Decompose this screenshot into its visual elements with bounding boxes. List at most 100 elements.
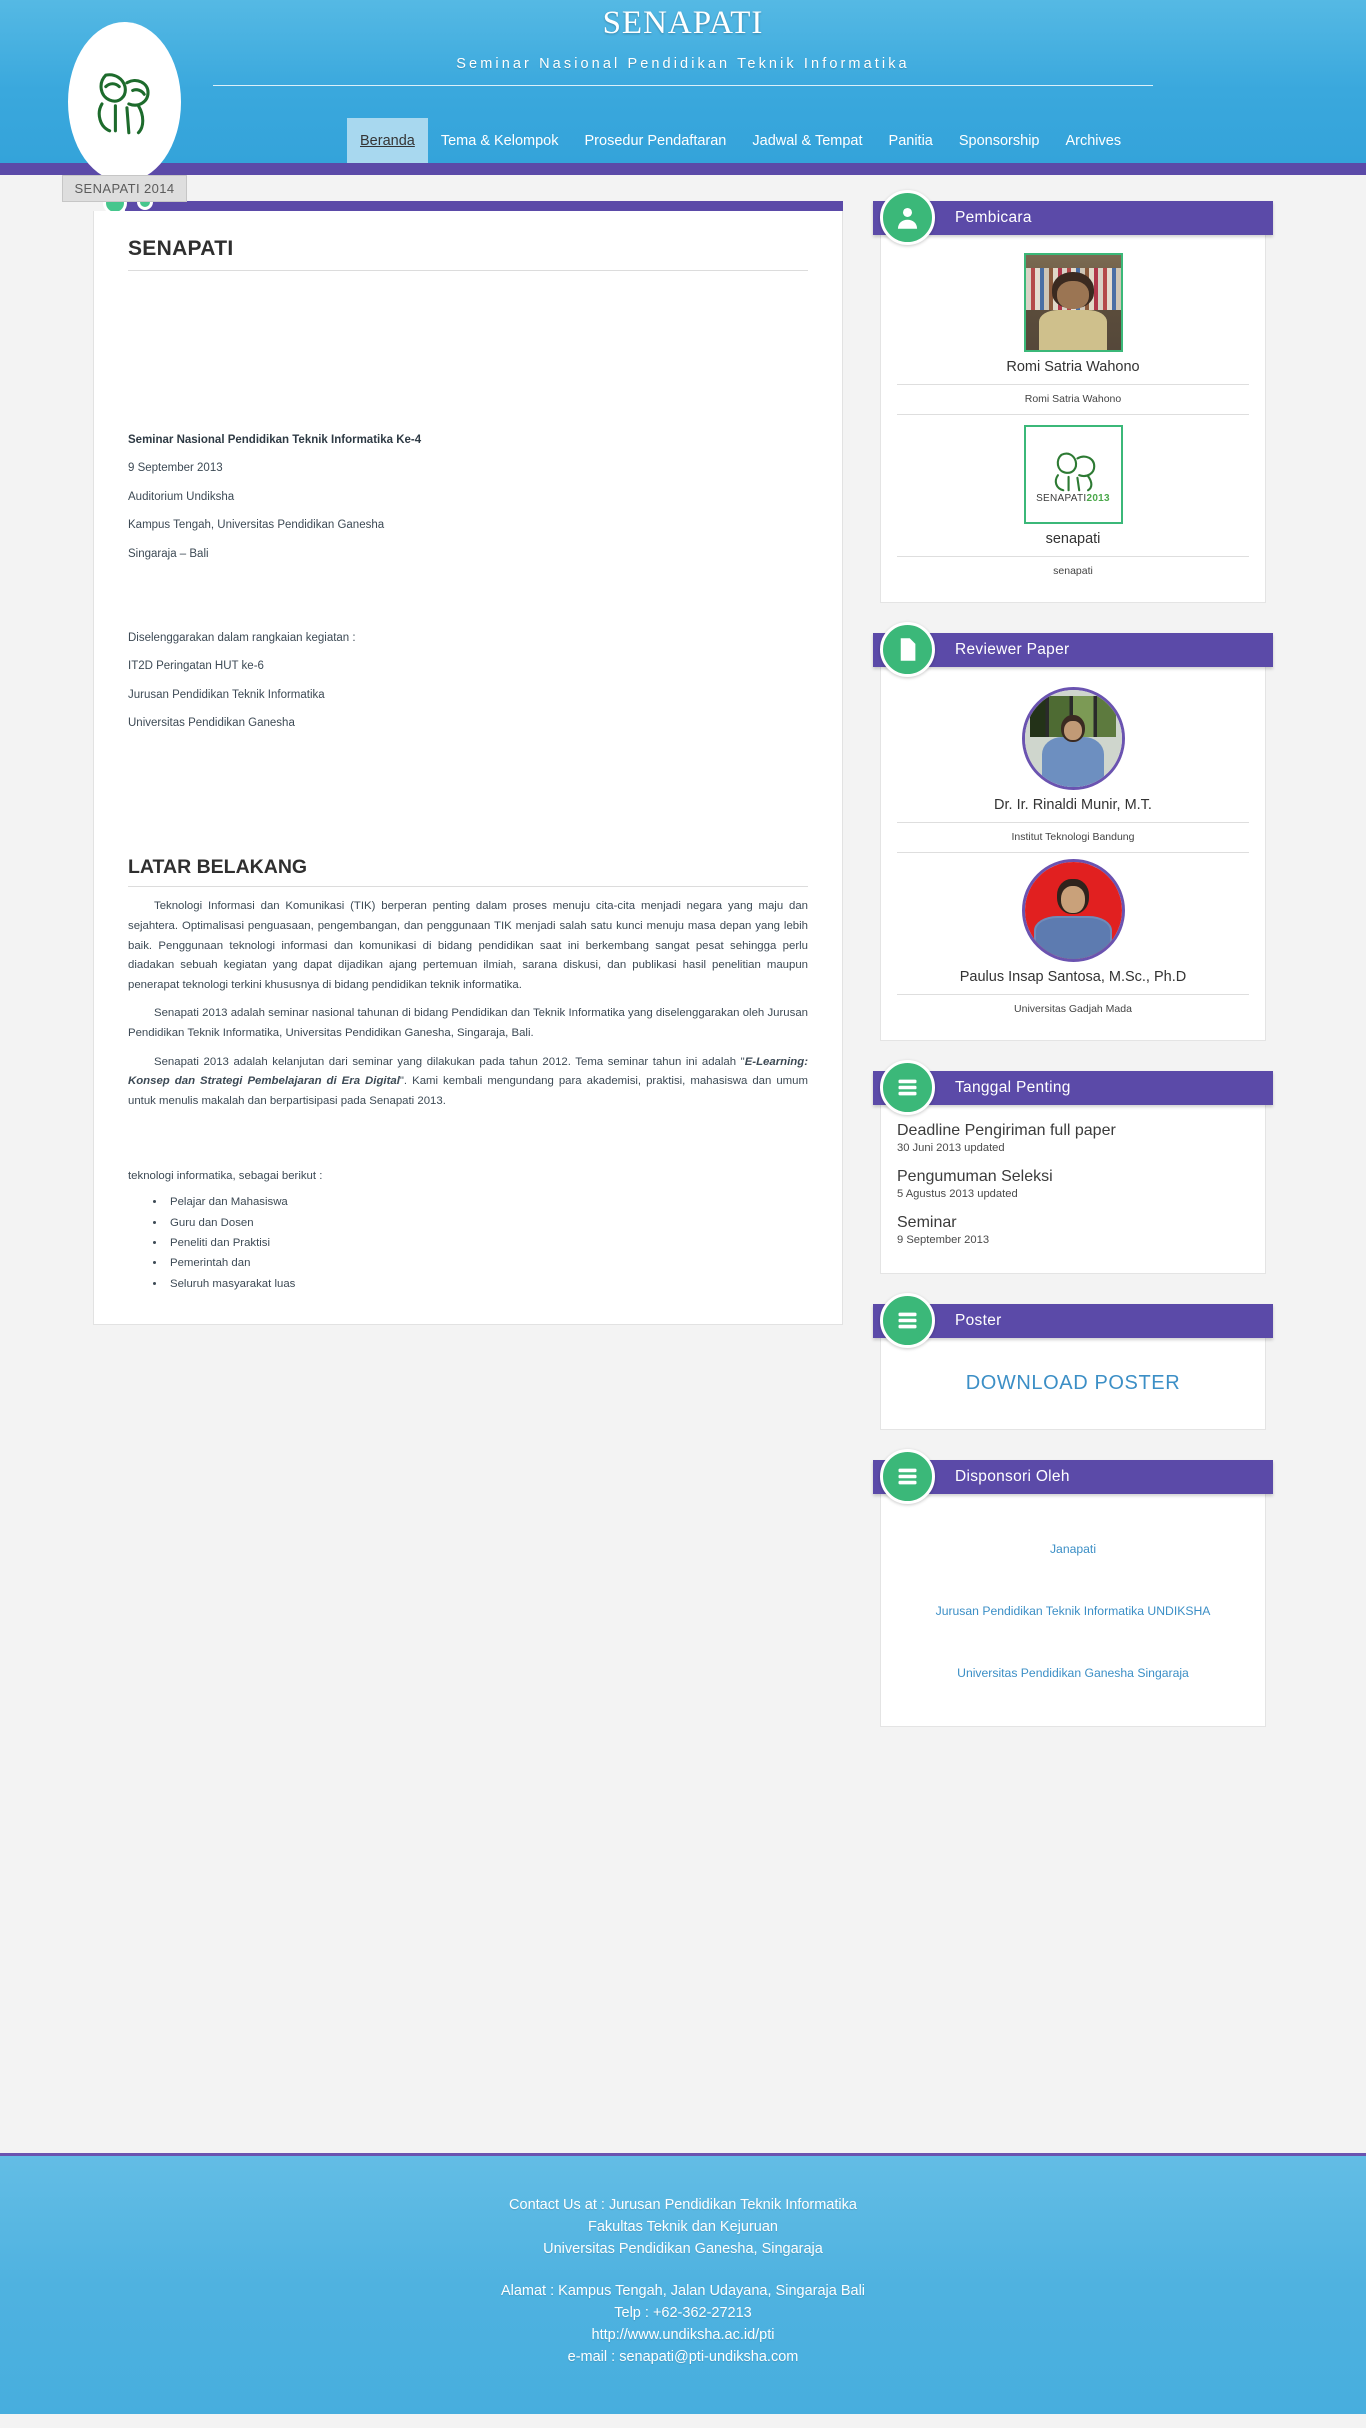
- content-top-accent-bar: [103, 186, 843, 215]
- widget-body: Romi Satria Wahono Romi Satria Wahono SE…: [880, 235, 1266, 603]
- date-label: Deadline Pengiriman full paper: [897, 1122, 1116, 1139]
- footer-spacer: [0, 2260, 1366, 2280]
- list-icon: [880, 1060, 935, 1115]
- event-meta-line: Seminar Nasional Pendidikan Teknik Infor…: [128, 434, 422, 446]
- list-icon: [880, 1293, 935, 1348]
- main-content-card: SENAPATI Seminar Nasional Pendidikan Tek…: [93, 211, 843, 1325]
- speaker-name: Romi Satria Wahono: [897, 352, 1249, 385]
- nav-item-archives[interactable]: Archives: [1052, 118, 1134, 163]
- reviewer-entry: Paulus Insap Santosa, M.Sc., Ph.D Univer…: [897, 859, 1249, 1024]
- main-content-column: SENAPATI Seminar Nasional Pendidikan Tek…: [93, 186, 843, 1325]
- nav-item-prosedur-pendaftaran[interactable]: Prosedur Pendaftaran: [572, 118, 740, 163]
- background-paragraph-2: Senapati 2013 adalah seminar nasional ta…: [128, 1007, 808, 1040]
- list-item: Peneliti dan Praktisi: [166, 1233, 808, 1253]
- list-item: Guru dan Dosen: [166, 1213, 808, 1233]
- widget-tanggal-penting: Tanggal Penting Deadline Pengiriman full…: [873, 1060, 1273, 1274]
- person-icon: [880, 190, 935, 245]
- background-paragraph-1: Teknologi Informasi dan Komunikasi (TIK)…: [128, 900, 808, 991]
- clipped-overlap-text: teknologi informatika, sebagai berikut :: [128, 1171, 323, 1183]
- reviewer-affiliation: Institut Teknologi Bandung: [897, 823, 1249, 853]
- speaker-photo: [1023, 253, 1123, 352]
- sponsor-link[interactable]: Janapati: [895, 1518, 1251, 1580]
- widget-header: Disponsori Oleh: [873, 1449, 1273, 1504]
- list-icon: [880, 1449, 935, 1504]
- event-meta-line: Singaraja – Bali: [128, 547, 209, 560]
- nav-item-jadwal-tempat[interactable]: Jadwal & Tempat: [739, 118, 875, 163]
- reviewer-name: Paulus Insap Santosa, M.Sc., Ph.D: [897, 962, 1249, 995]
- footer-email-link[interactable]: e-mail : senapati@pti-undiksha.com: [0, 2346, 1366, 2368]
- senapati-bull-logo-icon[interactable]: [68, 22, 181, 182]
- widget-body: Deadline Pengiriman full paper 30 Juni 2…: [880, 1105, 1266, 1274]
- widget-body: Janapati Jurusan Pendidikan Teknik Infor…: [880, 1494, 1266, 1727]
- logo-caption: SENAPATI 2014: [62, 175, 187, 202]
- widget-header: Pembicara: [873, 190, 1273, 245]
- download-poster-link[interactable]: DOWNLOAD POSTER: [966, 1372, 1181, 1394]
- organized-meta-line: Universitas Pendidikan Ganesha: [128, 717, 295, 729]
- speaker-affiliation: Romi Satria Wahono: [897, 385, 1249, 415]
- footer-contact-line: Contact Us at : Jurusan Pendidikan Tekni…: [509, 2197, 857, 2213]
- date-value: 30 Juni 2013 updated: [897, 1142, 1005, 1154]
- widget-reviewer-paper: Reviewer Paper Dr. Ir. Rinaldi Munir, M.…: [873, 622, 1273, 1041]
- nav-item-tema-kelompok[interactable]: Tema & Kelompok: [428, 118, 572, 163]
- reviewer-entry: Dr. Ir. Rinaldi Munir, M.T. Institut Tek…: [897, 687, 1249, 853]
- nav-item-beranda[interactable]: Beranda: [347, 118, 428, 163]
- sponsor-link[interactable]: Jurusan Pendidikan Teknik Informatika UN…: [895, 1580, 1251, 1642]
- widget-title: Disponsori Oleh: [955, 1468, 1070, 1485]
- widget-title: Tanggal Penting: [955, 1079, 1071, 1096]
- site-header: SENAPATI Seminar Nasional Pendidikan Tek…: [0, 0, 1366, 202]
- list-item: Seluruh masyarakat luas: [166, 1274, 808, 1294]
- reviewer-name: Dr. Ir. Rinaldi Munir, M.T.: [897, 790, 1249, 823]
- speaker-affiliation: senapati: [1053, 565, 1093, 577]
- speaker-name: senapati: [897, 524, 1249, 557]
- sponsor-link[interactable]: Universitas Pendidikan Ganesha Singaraja: [895, 1642, 1251, 1704]
- document-icon: [880, 622, 935, 677]
- widget-header: Tanggal Penting: [873, 1060, 1273, 1115]
- widget-title: Pembicara: [955, 209, 1032, 226]
- speaker-entry: Romi Satria Wahono Romi Satria Wahono: [897, 253, 1249, 415]
- header-accent-bar: [0, 163, 1366, 175]
- audience-list: Pelajar dan Mahasiswa Guru dan Dosen Pen…: [166, 1192, 808, 1293]
- main-navigation: Beranda Tema & Kelompok Prosedur Pendaft…: [347, 118, 1134, 163]
- widget-title: Reviewer Paper: [955, 641, 1070, 658]
- nav-item-sponsorship[interactable]: Sponsorship: [946, 118, 1053, 163]
- footer-contact-line: Fakultas Teknik dan Kejuruan: [588, 2219, 778, 2236]
- widget-body: DOWNLOAD POSTER: [880, 1338, 1266, 1430]
- content-title: SENAPATI: [128, 237, 808, 271]
- event-meta-line: Kampus Tengah, Universitas Pendidikan Ga…: [128, 519, 385, 532]
- background-paragraph-3: Senapati 2013 adalah kelanjutan dari sem…: [128, 1053, 808, 1112]
- footer-address-line: Alamat : Kampus Tengah, Jalan Udayana, S…: [500, 2283, 866, 2300]
- widget-body: Dr. Ir. Rinaldi Munir, M.T. Institut Tek…: [880, 667, 1266, 1041]
- date-value: 5 Agustus 2013 updated: [897, 1188, 1018, 1200]
- widget-header: Poster: [873, 1293, 1273, 1348]
- reviewer-photo: [1021, 687, 1125, 790]
- date-label: Pengumuman Seleksi: [897, 1168, 1053, 1185]
- event-meta-line: Auditorium Undiksha: [128, 490, 235, 503]
- nav-item-panitia[interactable]: Panitia: [876, 118, 946, 163]
- footer-website-link[interactable]: http://www.undiksha.ac.id/pti: [0, 2324, 1366, 2346]
- reviewer-photo: [1021, 859, 1125, 962]
- page-title: SENAPATI: [602, 5, 764, 41]
- page-subtitle: Seminar Nasional Pendidikan Teknik Infor…: [456, 56, 910, 72]
- footer-contact-line: Universitas Pendidikan Ganesha, Singaraj…: [543, 2241, 823, 2258]
- organized-meta-line: Diselenggarakan dalam rangkaian kegiatan…: [128, 631, 356, 644]
- organized-meta-line: Jurusan Pendidikan Teknik Informatika: [128, 688, 325, 701]
- senapati-2013-logo-icon: SENAPATI2013: [1023, 425, 1123, 524]
- paragraph-3-part-a: Senapati 2013 adalah kelanjutan dari sem…: [154, 1055, 745, 1068]
- page-body: SENAPATI Seminar Nasional Pendidikan Tek…: [0, 163, 1366, 2153]
- widget-poster: Poster DOWNLOAD POSTER: [873, 1293, 1273, 1430]
- site-footer: Contact Us at : Jurusan Pendidikan Tekni…: [0, 2153, 1366, 2415]
- widget-title: Poster: [955, 1312, 1002, 1329]
- logo-text: SENAPATI2013: [1036, 492, 1110, 504]
- list-item: Pemerintah dan: [166, 1253, 808, 1273]
- widget-pembicara: Pembicara Romi Satria Wahono Romi Satria…: [873, 190, 1273, 603]
- layout-container: SENAPATI Seminar Nasional Pendidikan Tek…: [93, 186, 1273, 1757]
- date-value: 9 September 2013: [897, 1234, 990, 1246]
- organized-meta-line: IT2D Peringatan HUT ke-6: [128, 660, 264, 673]
- speaker-entry: SENAPATI2013 senapati senapati: [897, 425, 1249, 586]
- background-section-title: LATAR BELAKANG: [128, 856, 808, 888]
- list-item: Pelajar dan Mahasiswa: [166, 1192, 808, 1212]
- footer-phone-line: Telp : +62-362-27213: [614, 2305, 752, 2322]
- widget-header: Reviewer Paper: [873, 622, 1273, 677]
- sidebar: Pembicara Romi Satria Wahono Romi Satria…: [873, 190, 1273, 1757]
- widget-disponsori-oleh: Disponsori Oleh Janapati Jurusan Pendidi…: [873, 1449, 1273, 1727]
